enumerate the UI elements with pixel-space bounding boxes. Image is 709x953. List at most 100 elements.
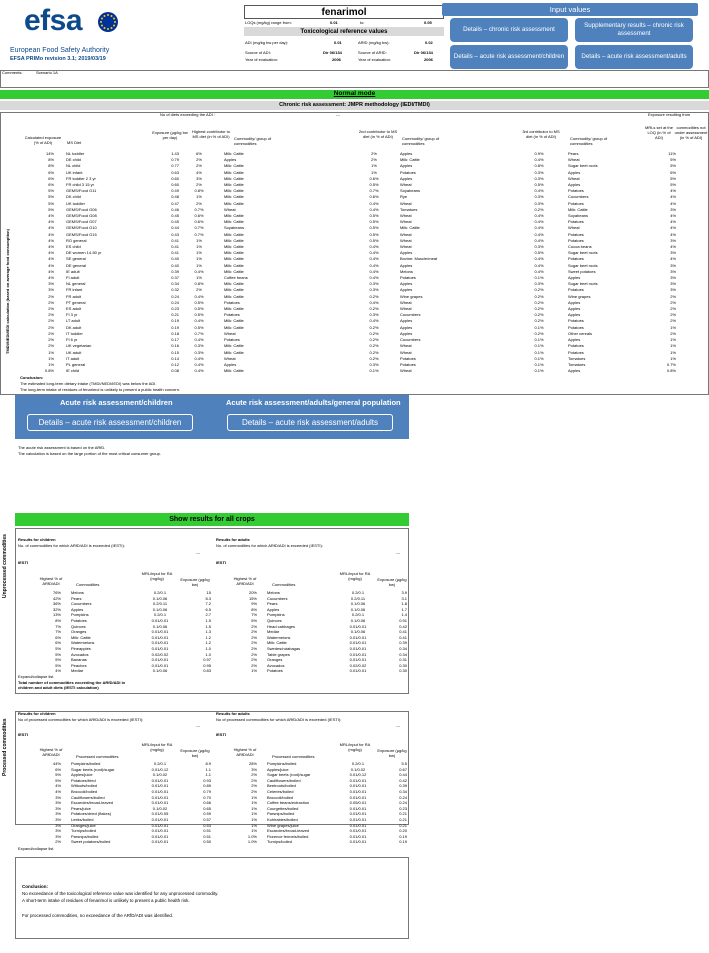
second-contributor: 0.1% — [369, 368, 379, 374]
unproc-iesti-adults: IESTI — [216, 560, 227, 565]
col-highest-header: Highest contributor to MS diet (in % of … — [191, 129, 231, 139]
unproc-dash-children: --- — [196, 550, 200, 555]
commodity-2: Wheat — [400, 368, 412, 374]
mrl-input: 0.01/0.01 — [349, 839, 367, 845]
unproc-nocomm-adults: No. of commodities for which ARfD/ADI is… — [216, 543, 323, 548]
unprocessed-label: Unprocessed commodities — [2, 534, 8, 598]
year-adi: 2006 — [332, 57, 341, 62]
mrl-input: 0.01/0.01 — [151, 839, 169, 845]
chronic-table: 14% NL toddler 1.43 6% Milk: Cattle 2% Apples 0… — [15, 151, 707, 374]
acute-children-button[interactable]: Details – acute risk assessment/children — [27, 414, 193, 431]
source-adi: Dir 06/134 — [323, 50, 342, 55]
commodity: Potatoes — [267, 668, 283, 674]
col-ms-header: MS Diet — [67, 140, 82, 145]
scenario: Scenario 1A — [36, 70, 58, 75]
comments-label: Comments: — [2, 70, 23, 75]
unproc-iesti-children: IESTI — [18, 560, 29, 565]
arfd-label: ARfD (mg/kg bw): — [358, 40, 390, 45]
adi-value: 0.01 — [334, 40, 342, 45]
highest-percent: 2% — [55, 839, 61, 845]
unproc-adults-table: 20% Melons 0.2/0.1 3.9 15% Cucumbers 0.2/0.11 3… — [214, 590, 408, 674]
table-row: 1.0% Turnips/boiled 0.01/0.01 0.19 — [214, 839, 408, 845]
chronic-conclusion-1: The estimated long-term dietary intake (… — [20, 381, 157, 386]
adi-label: ADI (mg/kg bw per day): — [245, 40, 289, 45]
comments-box — [0, 70, 709, 88]
uc-h-exposure: Exposure (µg/kg bw) — [180, 577, 210, 587]
commodity-3: Apples — [568, 368, 581, 374]
efsa-logo: efsa — [12, 6, 122, 46]
uc-h-commodities: Commodities — [76, 582, 100, 587]
chronic-conclusion-label: Conclusion: — [20, 375, 44, 380]
proc-children-table: 44% Pumpkins/boiled 0.2/0.1 8.9 6% Sugar beet… — [18, 761, 212, 845]
mrl-input: 0.1/0.06 — [152, 668, 168, 674]
col-mrls-header: MRLs set at the LOQ (in % of ADI) — [644, 125, 673, 140]
ms-diet: IE child — [66, 368, 80, 374]
proc-results-adults: Results for adults — [216, 711, 250, 716]
commodity: Turnips/boiled — [267, 839, 292, 845]
table-row: 1% Potatoes 0.01/0.01 0.30 — [214, 668, 408, 674]
spacer-cell — [62, 839, 70, 845]
pc-h-mrl: MRL/input for RA (mg/kg) — [141, 742, 173, 752]
col-commodity-header: Commodity/ group of commodities — [234, 136, 272, 146]
total-label: Total number of commodities exceeding th… — [18, 680, 126, 690]
unproc-dash-adults: --- — [396, 550, 400, 555]
arfd-value: 0.02 — [425, 40, 433, 45]
col-3rd-header: 3rd contributor to MS diet (in % of ADI) — [522, 129, 560, 139]
unproc-expand-link[interactable]: Expand/collapse list — [18, 675, 53, 679]
unproc-nocomm-children: No. of commodities for which ARfD/ADI is… — [18, 543, 125, 548]
proc-expand-link[interactable]: Expand/collapse list — [18, 847, 53, 851]
pc-h-highest: Highest % of ARfD/ADI — [39, 747, 63, 757]
exposure: 0.08 — [171, 368, 179, 374]
acute-note-1: The acute risk assessment is based on th… — [18, 445, 106, 450]
show-all-crops-button[interactable]: Show results for all crops — [15, 513, 409, 526]
pa-h-exposure: Exposure (µg/kg bw) — [377, 748, 407, 758]
acute-adults-button[interactable]: Details – acute risk assessment/adults — [227, 414, 393, 431]
no-diets-label: No of diets exceeding the ADI : — [160, 112, 215, 117]
supplementary-chronic-button[interactable]: Supplementary results – chronic risk ass… — [575, 18, 693, 42]
col-commodity2-header: Commodity/ group of commodities — [402, 136, 440, 146]
unproc-children-table: 76% Melons 0.2/0.1 15 42% Pears 0.1/0.06 8.3 36%… — [18, 590, 212, 674]
highest-percent: 1.0% — [247, 839, 257, 845]
chronic-conclusion-2: The long-term intake of residues of fena… — [20, 387, 181, 392]
table-row: 2% Sweet potatoes/boiled 0.01/0.01 0.50 — [18, 839, 212, 845]
highest-percent: 1% — [251, 668, 257, 674]
proc-nocomm-children: No of processed commodities for which AR… — [18, 717, 144, 722]
col-under-header: commodities not under assessment (in % o… — [674, 125, 708, 140]
exposure: 0.50 — [203, 839, 211, 845]
col-calc-header: Calculated exposure (% of ADI) — [24, 135, 62, 145]
spacer-cell — [258, 668, 266, 674]
exposure: 0.30 — [399, 668, 407, 674]
proc-iesti-children: IESTI — [18, 732, 29, 737]
eu-flag-icon — [98, 12, 118, 32]
pc-h-exposure: Exposure (µg/kg bw) — [180, 748, 210, 758]
acute-children-title: Acute risk assessment/children — [60, 398, 173, 407]
acute-conclusion-3: For processed commodities, no exceedance… — [22, 913, 174, 918]
logo-text: efsa — [24, 4, 83, 37]
proc-dash-adults: --- — [396, 723, 400, 728]
pa-h-highest: Highest % of ARfD/ADI — [233, 747, 257, 757]
chronic-title-bar: Chronic risk assessment: JMPR methodolog… — [0, 101, 709, 110]
details-acute-children-button[interactable]: Details – acute risk assessment/children — [450, 45, 568, 69]
spacer-cell — [55, 368, 65, 374]
chronic-vertical-label: TMDI/NEDI/IEDI calculation (based on ave… — [5, 229, 10, 354]
calc-exposure: 0.8% — [44, 368, 54, 374]
loqs-label: LOQs (mg/kg) range from: — [245, 20, 292, 25]
spacer-cell — [62, 668, 70, 674]
highest-contributor: 0.4% — [194, 368, 204, 374]
acute-note-2: The calculation is based on the large po… — [18, 451, 161, 456]
source-arfd: Dir 06/134 — [414, 50, 433, 55]
third-contributor: 0.1% — [534, 368, 544, 374]
col-2nd-header: 2nd contributor to MS diet (in % of ADI) — [358, 129, 398, 139]
uc-h-mrl: MRL/input for RA (mg/kg) — [141, 571, 173, 581]
ua-h-highest: Highest % of ARfD/ADI — [233, 576, 257, 586]
not-under-assessment — [677, 368, 707, 374]
loqs-to: 0.05 — [424, 20, 432, 25]
details-chronic-button[interactable]: Details – chronic risk assessment — [450, 18, 568, 42]
loqs-to-label: to: — [360, 20, 365, 25]
details-acute-adults-button[interactable]: Details – acute risk assessment/adults — [575, 45, 693, 69]
no-diets-value: --- — [336, 112, 340, 117]
commodity: Medlar — [71, 668, 84, 674]
proc-adults-table: 28% Pumpkins/boiled 0.2/0.1 5.5 3% Apples/jui… — [214, 761, 408, 845]
ua-h-exposure: Exposure (µg/kg bw) — [377, 577, 407, 587]
year-arfd: 2006 — [424, 57, 433, 62]
